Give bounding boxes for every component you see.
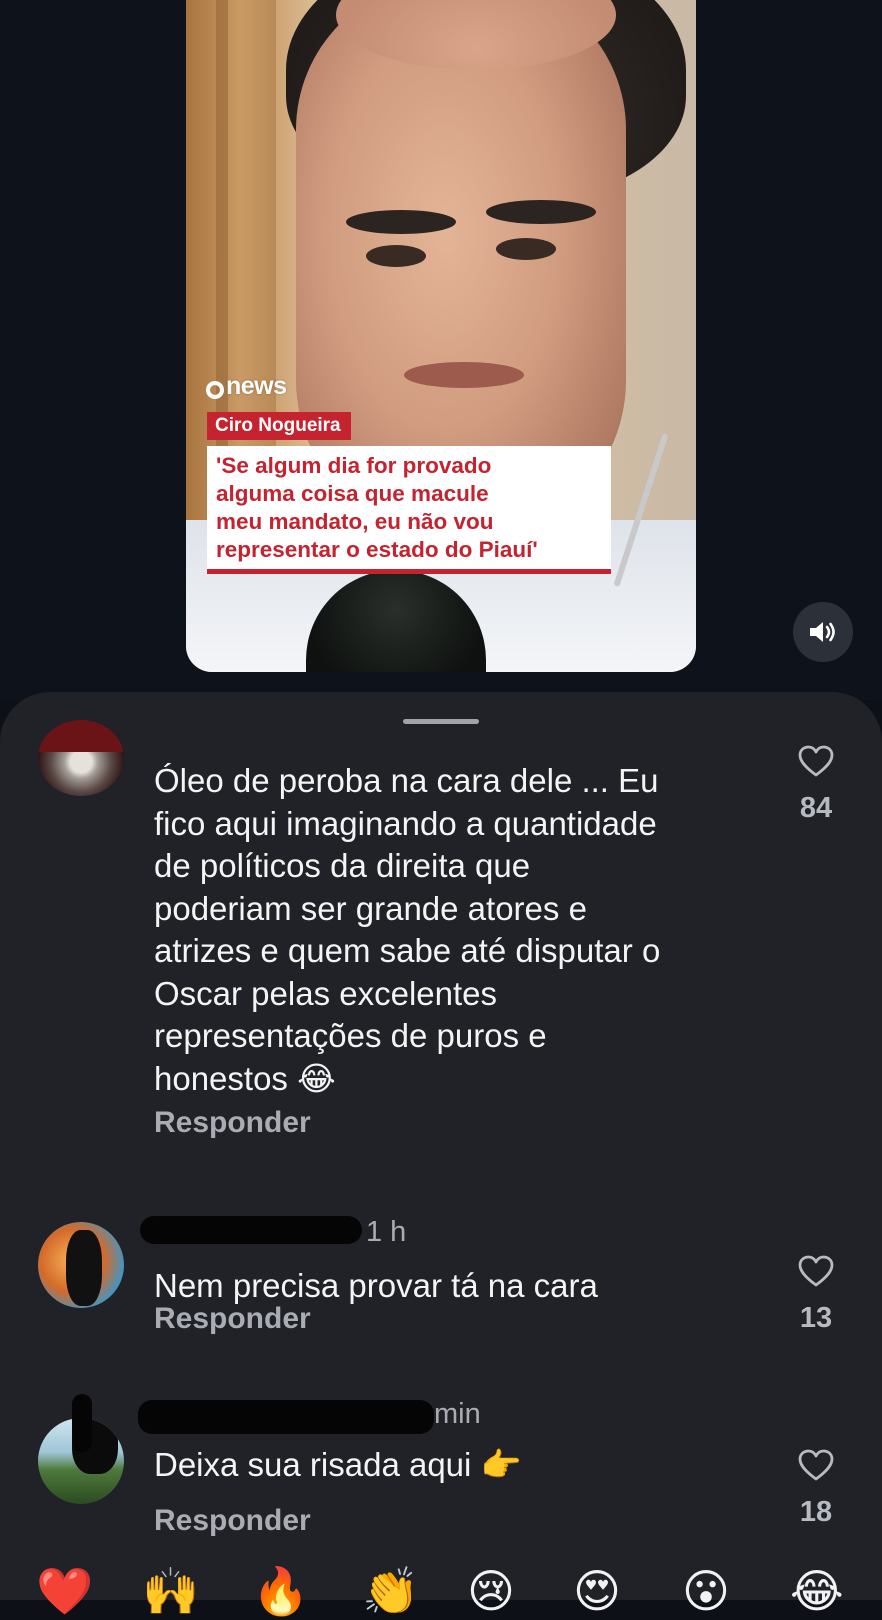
comment-time: min (434, 1398, 481, 1430)
emoji-raised-hands[interactable]: 🙌 (142, 1562, 199, 1620)
heart-icon (798, 1255, 834, 1287)
emoji-heart[interactable]: ❤️ (36, 1562, 93, 1620)
emoji-crying[interactable]: 😢 (467, 1562, 515, 1620)
news-logo: news (206, 372, 287, 401)
reply-button[interactable]: Responder (154, 1302, 311, 1336)
quote-caption: 'Se algum dia for provado alguma coisa q… (207, 446, 611, 574)
avatar[interactable] (38, 720, 124, 796)
reply-button[interactable]: Responder (154, 1106, 311, 1140)
heart-icon (798, 1449, 834, 1481)
quote-line: alguma coisa que macule (216, 481, 489, 506)
avatar[interactable] (38, 1222, 124, 1308)
redacted-username (140, 1216, 362, 1244)
quote-line: representar o estado do Piauí' (216, 537, 538, 562)
emoji-heart-eyes[interactable]: 😍 (573, 1562, 621, 1620)
redacted-username (138, 1400, 434, 1434)
drag-handle[interactable] (403, 719, 479, 724)
volume-icon (810, 622, 835, 642)
like-button[interactable]: 84 (781, 744, 851, 825)
emoji-clapping[interactable]: 👏 (362, 1562, 419, 1620)
globe-icon (206, 381, 224, 399)
emoji-laughing[interactable]: 😂 (790, 1562, 844, 1620)
video-area: news Ciro Nogueira 'Se algum dia for pro… (0, 0, 882, 700)
like-count: 13 (799, 1302, 833, 1334)
like-count: 84 (799, 792, 833, 824)
like-count: 18 (799, 1496, 833, 1528)
emoji-surprised[interactable]: 😮 (682, 1562, 730, 1620)
heart-icon (798, 745, 834, 777)
like-button[interactable]: 13 (781, 1254, 851, 1335)
emoji-fire[interactable]: 🔥 (252, 1562, 309, 1620)
quote-line: 'Se algum dia for provado (216, 453, 492, 478)
comments-sheet: Óleo de peroba na cara dele ... Eu fico … (0, 692, 882, 1600)
reply-button[interactable]: Responder (154, 1504, 311, 1538)
like-button[interactable]: 18 (781, 1448, 851, 1529)
comment-time: 1 h (366, 1216, 407, 1248)
name-tag: Ciro Nogueira (207, 412, 351, 440)
quote-line: meu mandato, eu não vou (216, 509, 494, 534)
emoji-reaction-bar: ❤️ 🙌 🔥 👏 😢 😍 😮 😂 (0, 1548, 882, 1618)
comment-text: Deixa sua risada aqui 👉 (154, 1446, 522, 1483)
comment-text: Óleo de peroba na cara dele ... Eu fico … (154, 762, 661, 1097)
sound-button[interactable] (793, 602, 853, 662)
